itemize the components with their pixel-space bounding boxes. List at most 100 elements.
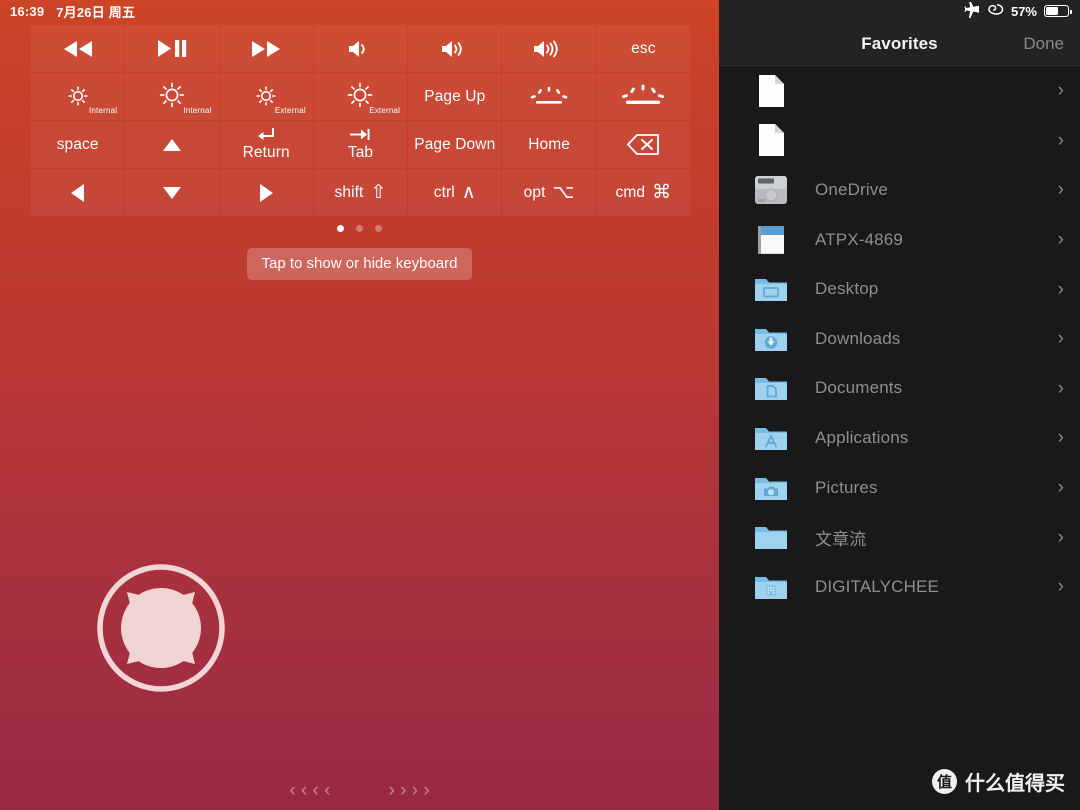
list-item-label: Documents	[815, 378, 903, 398]
key-label: opt	[523, 183, 546, 201]
triangle-up-icon	[161, 137, 183, 153]
key-volume-up[interactable]	[502, 25, 596, 72]
folder-applications-icon	[753, 420, 789, 456]
list-item-label: ATPX-4869	[815, 229, 903, 249]
page-dot-3[interactable]	[375, 225, 382, 232]
key-fast-forward[interactable]	[219, 25, 313, 72]
key-modifier-row: shift ⇧	[335, 183, 387, 202]
chevron-right-icon: ›	[1057, 179, 1064, 201]
key-tab[interactable]: Tab	[313, 121, 408, 168]
list-item-downloads[interactable]: Downloads ›	[719, 314, 1080, 364]
key-sublabel: Internal	[88, 106, 118, 115]
key-volume-mute[interactable]	[313, 25, 408, 72]
list-item-digitalychee[interactable]: DIGITALYCHEE ›	[719, 562, 1080, 612]
page-dot-1[interactable]	[337, 225, 344, 232]
key-esc[interactable]: esc	[596, 25, 690, 72]
virtual-keypad-grid: esc Internal Internal External External …	[31, 25, 690, 216]
battery-indicator	[1044, 5, 1072, 17]
list-item-label: Pictures	[815, 477, 878, 497]
sidebar-navbar: Favorites Done	[719, 22, 1080, 66]
list-item-pictures[interactable]: Pictures ›	[719, 463, 1080, 513]
battery-icon	[1044, 5, 1072, 17]
key-option[interactable]: opt ⌥	[502, 169, 596, 216]
key-shift[interactable]: shift ⇧	[313, 169, 408, 216]
chevron-right-icon: ›	[1057, 526, 1064, 548]
list-item-label: Applications	[815, 427, 909, 447]
battery-percent-label: 57%	[1010, 3, 1037, 19]
list-item-applications[interactable]: Applications ›	[719, 413, 1080, 463]
key-modifier-row: opt ⌥	[524, 183, 575, 202]
status-time: 16:39	[10, 3, 45, 19]
chevrons-right[interactable]: › › › ›	[389, 780, 430, 802]
key-page-down[interactable]: Page Down	[408, 121, 502, 168]
chevron-right-icon: ›	[1057, 576, 1064, 598]
tab-arrow-icon	[349, 128, 371, 144]
key-volume-down[interactable]	[408, 25, 502, 72]
list-item-desktop[interactable]: Desktop ›	[719, 264, 1080, 314]
key-return[interactable]: Return	[219, 121, 313, 168]
key-label: ctrl	[433, 183, 455, 201]
key-keyboard-backlight-up[interactable]	[596, 73, 690, 120]
page-dot-2[interactable]	[356, 225, 363, 232]
key-brightness-down-external[interactable]: External	[219, 73, 313, 120]
list-item-wenzhangliu[interactable]: 文章流 ›	[719, 512, 1080, 562]
remote-keyboard-panel: 16:39 7月26日 周五 esc Internal Internal Ext…	[0, 0, 719, 810]
control-symbol: ∧	[461, 182, 476, 203]
folder-desktop-icon	[753, 271, 789, 307]
option-symbol: ⌥	[552, 182, 575, 203]
delete-backspace-icon	[626, 133, 660, 156]
list-item-label: DIGITALYCHEE	[815, 576, 939, 596]
volume-low-icon	[347, 38, 373, 60]
document-icon	[753, 122, 789, 158]
key-sublabel: Internal	[183, 106, 212, 115]
hard-drive-icon	[753, 172, 789, 208]
key-delete[interactable]	[596, 121, 690, 168]
keypad-page-indicator[interactable]	[0, 225, 719, 232]
favorites-file-sidebar: 57% Favorites Done › › OneDrive › ATPX-4…	[719, 0, 1080, 810]
chevron-right-icon: ›	[1057, 278, 1064, 300]
key-play-pause[interactable]	[125, 25, 219, 72]
trackpad-joystick-control[interactable]	[96, 563, 226, 693]
key-label: Home	[528, 135, 570, 153]
key-arrow-right[interactable]	[219, 169, 313, 216]
list-item-onedrive[interactable]: OneDrive ›	[719, 165, 1080, 215]
done-button[interactable]: Done	[1023, 34, 1064, 54]
list-item[interactable]: ›	[719, 66, 1080, 116]
key-space[interactable]: space	[31, 121, 125, 168]
list-item-documents[interactable]: Documents ›	[719, 364, 1080, 414]
volume-high-icon	[532, 38, 566, 60]
battery-fill	[1046, 7, 1058, 15]
folder-downloads-icon	[753, 321, 789, 357]
key-control[interactable]: ctrl ∧	[408, 169, 502, 216]
key-arrow-up[interactable]	[125, 121, 219, 168]
favorites-list: › › OneDrive › ATPX-4869 › Desktop › Dow…	[719, 66, 1080, 612]
key-label: esc	[631, 39, 656, 57]
sd-card-drive-icon	[753, 222, 789, 258]
command-symbol: ⌘	[652, 182, 672, 203]
keyboard-backlight-low-icon	[527, 84, 571, 110]
chevrons-left[interactable]: ‹ ‹ ‹ ‹	[289, 780, 330, 802]
key-arrow-left[interactable]	[31, 169, 125, 216]
keyboard-toggle-hint[interactable]: Tap to show or hide keyboard	[0, 248, 719, 280]
document-icon	[753, 73, 789, 109]
status-date: 7月26日 周五	[56, 4, 136, 20]
key-arrow-down[interactable]	[125, 169, 219, 216]
key-brightness-up-internal[interactable]: Internal	[125, 73, 219, 120]
list-item-atpx-4869[interactable]: ATPX-4869 ›	[719, 215, 1080, 265]
key-home[interactable]: Home	[502, 121, 596, 168]
key-page-up[interactable]: Page Up	[408, 73, 502, 120]
chevron-right-icon: ›	[1057, 377, 1064, 399]
link-loop-icon	[987, 3, 1004, 20]
key-command[interactable]: cmd ⌘	[596, 169, 690, 216]
key-modifier-row: ctrl ∧	[434, 183, 476, 202]
key-keyboard-backlight-down[interactable]	[502, 73, 596, 120]
list-item-label: Downloads	[815, 328, 901, 348]
key-brightness-down-internal[interactable]: Internal	[31, 73, 125, 120]
key-rewind[interactable]	[31, 25, 125, 72]
return-arrow-icon	[257, 127, 275, 144]
key-brightness-up-external[interactable]: External	[313, 73, 408, 120]
list-item[interactable]: ›	[719, 116, 1080, 166]
key-label: shift	[334, 183, 364, 201]
watermark-logo: 值	[932, 769, 957, 794]
list-item-label: 文章流	[815, 529, 867, 549]
